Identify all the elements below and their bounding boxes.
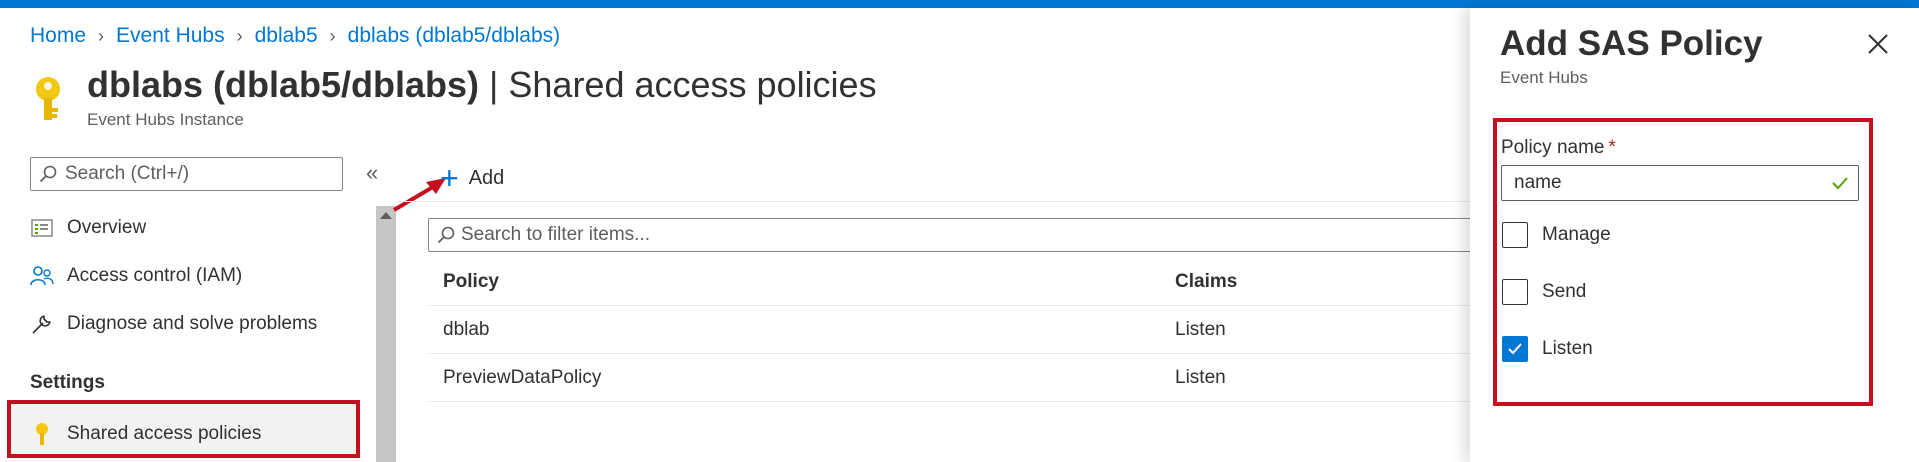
page-title-resource: dblabs (dblab5/dblabs) (87, 64, 480, 105)
highlight-box-form (1493, 118, 1873, 406)
search-icon (437, 226, 455, 244)
breadcrumb-instance[interactable]: dblabs (dblab5/dblabs) (348, 24, 560, 48)
policies-table: Policy Claims dblab Listen PreviewDataPo… (428, 258, 1488, 402)
claims-cell: Listen (1175, 318, 1226, 340)
close-icon[interactable] (1864, 30, 1892, 58)
highlight-box-sidebar (7, 400, 360, 458)
policy-name-cell: dblab (443, 318, 490, 340)
search-icon (39, 165, 57, 183)
key-icon (36, 77, 60, 120)
breadcrumb-namespace[interactable]: dblab5 (255, 24, 318, 48)
wrench-icon (30, 312, 54, 336)
sidebar-item-diagnose[interactable]: Diagnose and solve problems (30, 304, 317, 344)
panel-subtitle: Event Hubs (1500, 68, 1588, 87)
page-title: dblabs (dblab5/dblabs) | Shared access p… (87, 64, 877, 106)
column-header-policy[interactable]: Policy (443, 271, 499, 293)
claims-cell: Listen (1175, 366, 1226, 388)
add-button-label: Add (468, 166, 505, 189)
chevron-right-icon: › (236, 25, 243, 46)
page-title-blade: | Shared access policies (479, 64, 877, 105)
sidebar-scrollbar[interactable] (376, 206, 396, 462)
breadcrumb-home[interactable]: Home (30, 24, 86, 48)
sidebar-item-label: Diagnose and solve problems (67, 313, 318, 334)
table-header: Policy Claims (428, 258, 1488, 306)
sidebar-search-placeholder: Search (Ctrl+/) (65, 163, 190, 184)
chevron-right-icon: › (329, 25, 336, 46)
breadcrumb-event-hubs[interactable]: Event Hubs (116, 24, 225, 48)
sidebar-item-overview[interactable]: Overview (30, 208, 146, 248)
table-row[interactable]: dblab Listen (428, 306, 1488, 354)
sidebar-item-iam[interactable]: Access control (IAM) (30, 256, 242, 296)
filter-placeholder: Search to filter items... (461, 224, 651, 245)
collapse-sidebar-button[interactable]: « (366, 160, 378, 186)
sidebar-search-input[interactable]: Search (Ctrl+/) (30, 157, 343, 191)
divider (396, 201, 1476, 202)
overview-icon (30, 216, 54, 240)
sidebar-item-label: Access control (IAM) (67, 265, 243, 286)
add-button[interactable]: + Add (440, 162, 504, 194)
sidebar-section-settings: Settings (30, 372, 105, 393)
column-header-claims[interactable]: Claims (1175, 271, 1237, 293)
people-icon (30, 264, 54, 288)
plus-icon: + (440, 160, 459, 196)
policy-name-cell: PreviewDataPolicy (443, 366, 602, 388)
add-sas-policy-panel: Add SAS Policy Event Hubs Policy name * n… (1470, 8, 1919, 462)
chevron-right-icon: › (98, 25, 105, 46)
sidebar-item-label: Overview (67, 217, 147, 238)
breadcrumb: Home › Event Hubs › dblab5 › dblabs (dbl… (30, 24, 560, 48)
top-accent-bar (0, 0, 1919, 8)
filter-input[interactable]: Search to filter items... (428, 218, 1508, 252)
table-row[interactable]: PreviewDataPolicy Listen (428, 354, 1488, 402)
panel-title: Add SAS Policy (1500, 24, 1763, 63)
page-subtitle: Event Hubs Instance (87, 110, 244, 129)
